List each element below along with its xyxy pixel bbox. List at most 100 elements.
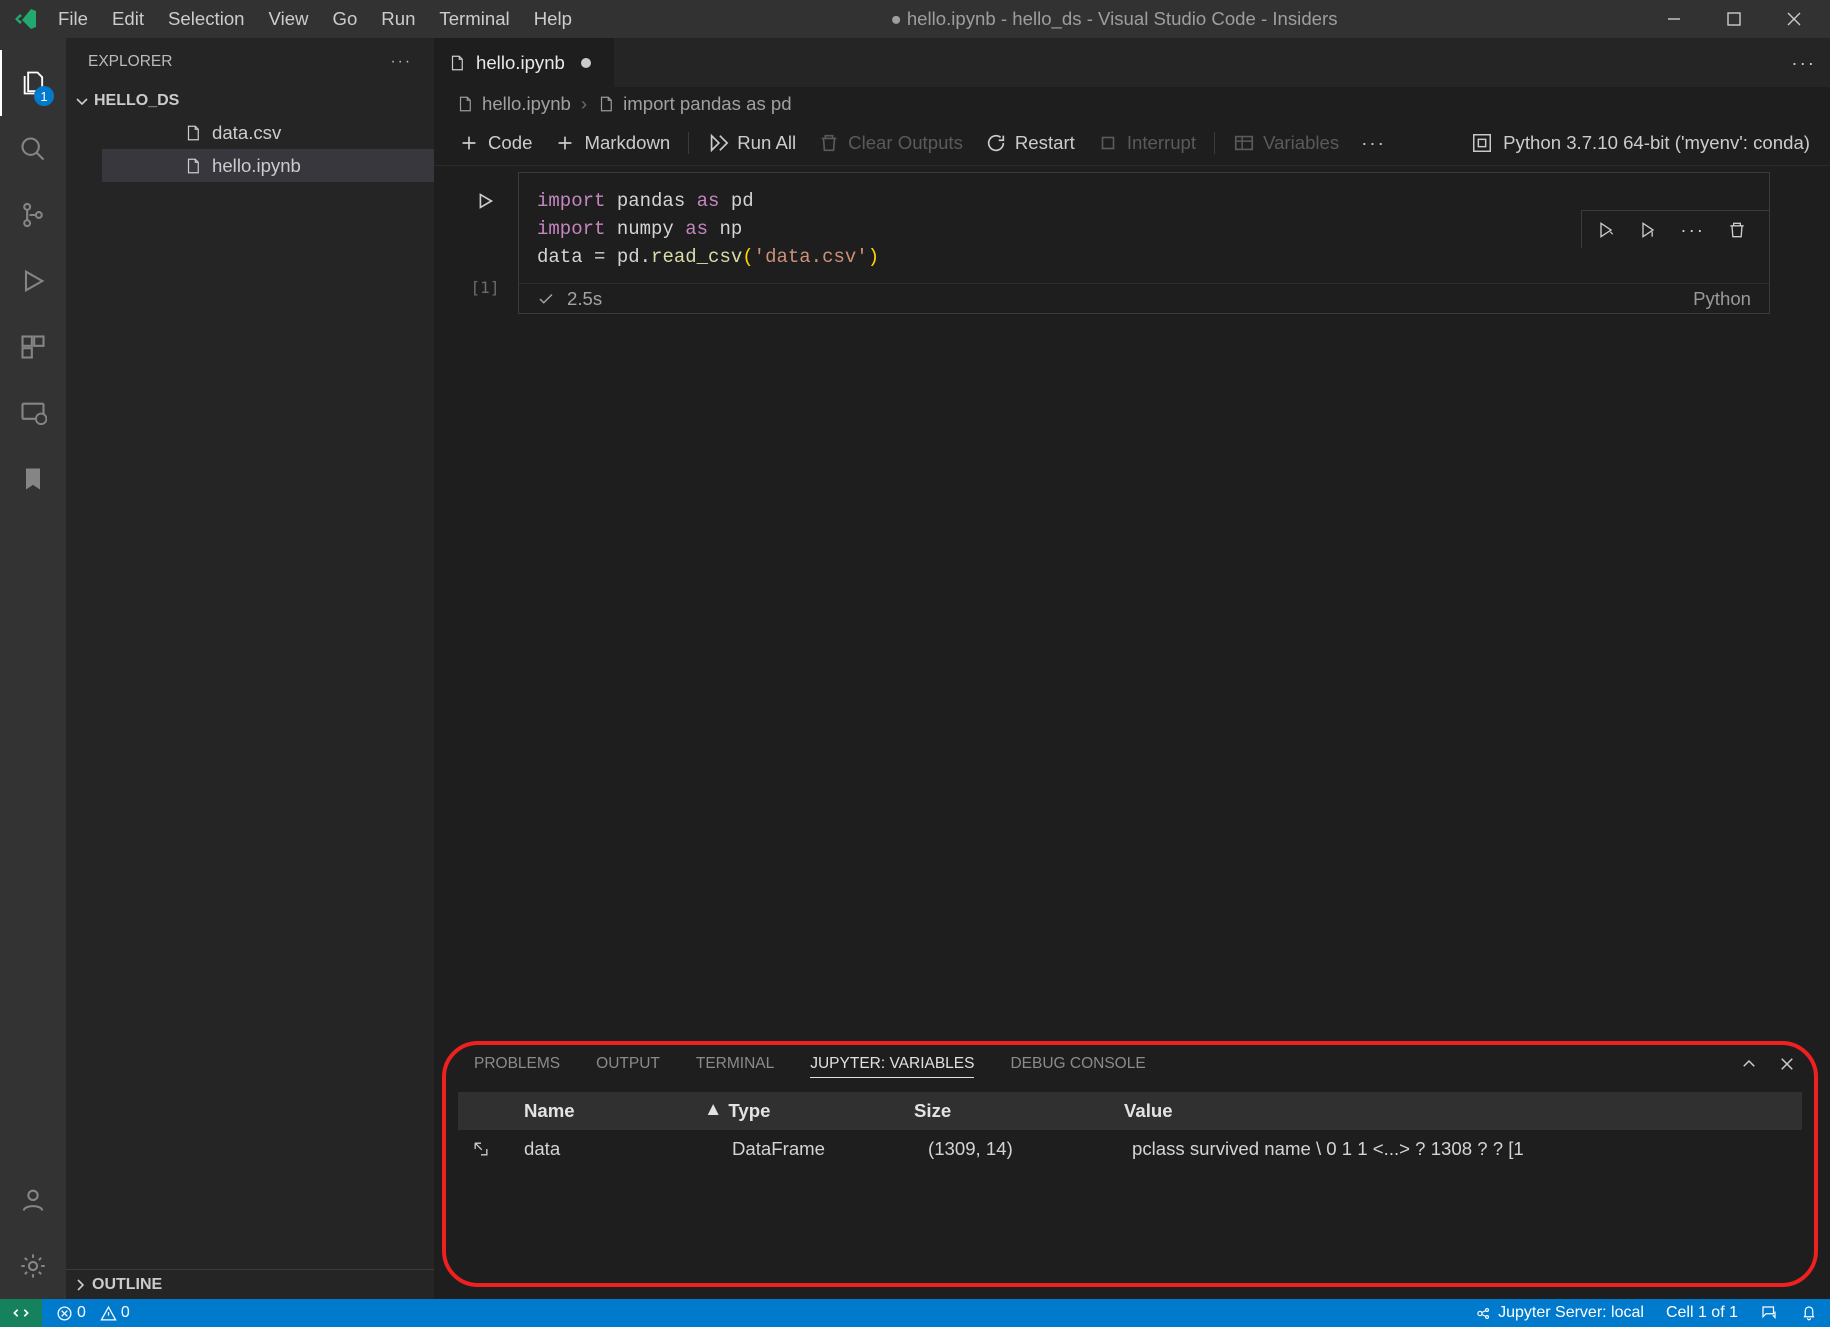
cell-status-bar: 2.5s Python [519, 283, 1769, 313]
tok: import [537, 218, 605, 240]
status-errors[interactable]: 0 [56, 1304, 86, 1322]
file-row-hello-ipynb[interactable]: hello.ipynb [102, 149, 434, 182]
folder-name: HELLO_DS [94, 92, 179, 110]
activity-search[interactable] [0, 116, 66, 182]
activity-bookmarks[interactable] [0, 446, 66, 512]
activity-source-control[interactable] [0, 182, 66, 248]
activity-settings[interactable] [0, 1233, 66, 1299]
panel-tab-terminal[interactable]: TERMINAL [696, 1055, 774, 1078]
minimize-button[interactable] [1644, 0, 1704, 38]
activity-bar: 1 [0, 38, 66, 1299]
toolbar-separator [1214, 132, 1215, 154]
folder-header[interactable]: HELLO_DS [66, 86, 434, 116]
col-value[interactable]: Value [1124, 1100, 1802, 1122]
close-button[interactable] [1764, 0, 1824, 38]
toolbar-separator [688, 132, 689, 154]
menu-help[interactable]: Help [522, 2, 584, 36]
menu-file[interactable]: File [46, 2, 100, 36]
panel-tab-problems[interactable]: PROBLEMS [474, 1055, 560, 1078]
clear-outputs-label: Clear Outputs [848, 132, 963, 154]
tok: pd [731, 190, 754, 212]
cell-more-button[interactable]: ··· [1680, 219, 1705, 241]
run-by-line-button[interactable] [1638, 220, 1658, 240]
remote-indicator[interactable] [0, 1299, 42, 1327]
add-code-button[interactable]: Code [454, 130, 536, 156]
panel-close-icon[interactable] [1778, 1055, 1796, 1073]
kernel-selector[interactable]: Python 3.7.10 64-bit ('myenv': conda) [1471, 132, 1810, 154]
notebook-toolbar: Code Markdown Run All Clear Outputs Rest… [434, 120, 1830, 166]
activity-run-debug[interactable] [0, 248, 66, 314]
status-cell-position[interactable]: Cell 1 of 1 [1666, 1304, 1738, 1322]
tok: numpy [617, 218, 674, 240]
check-icon [537, 290, 555, 308]
var-type: DataFrame [704, 1138, 914, 1160]
interrupt-label: Interrupt [1127, 132, 1196, 154]
tok: = [583, 246, 617, 268]
breadcrumb-symbol[interactable]: import pandas as pd [623, 93, 791, 115]
activity-remote-explorer[interactable] [0, 380, 66, 446]
activity-accounts[interactable] [0, 1167, 66, 1233]
menu-view[interactable]: View [257, 2, 321, 36]
variables-button[interactable]: Variables [1229, 130, 1343, 156]
clear-outputs-button[interactable]: Clear Outputs [814, 130, 967, 156]
tok: read_csv [651, 246, 742, 268]
panel-actions [1740, 1055, 1796, 1073]
tok: data [537, 246, 583, 268]
status-feedback-icon[interactable] [1760, 1304, 1778, 1322]
tok: 'data.csv' [754, 246, 868, 268]
status-jupyter-server[interactable]: Jupyter Server: local [1475, 1304, 1644, 1322]
status-bell-icon[interactable] [1800, 1304, 1818, 1322]
cell-language[interactable]: Python [1693, 288, 1751, 310]
editor-more-actions[interactable]: ··· [1791, 38, 1830, 87]
outline-section[interactable]: OUTLINE [66, 1269, 434, 1299]
restart-label: Restart [1015, 132, 1075, 154]
sidebar-title: EXPLORER [88, 53, 172, 71]
menu-edit[interactable]: Edit [100, 2, 156, 36]
panel-tab-jupyter-variables[interactable]: JUPYTER: VARIABLES [810, 1055, 974, 1078]
titlebar: File Edit Selection View Go Run Terminal… [0, 0, 1830, 38]
run-all-button[interactable]: Run All [703, 130, 800, 156]
toolbar-more-button[interactable]: ··· [1357, 130, 1390, 156]
tok: import [537, 190, 605, 212]
errors-count: 0 [77, 1304, 86, 1322]
variable-row[interactable]: data DataFrame (1309, 14) pclass survive… [458, 1130, 1802, 1168]
add-markdown-label: Markdown [584, 132, 670, 154]
file-row-data-csv[interactable]: data.csv [102, 116, 434, 149]
cell-action-bar: ··· [1581, 210, 1770, 248]
chevron-right-icon: › [581, 93, 587, 115]
activity-explorer[interactable]: 1 [0, 50, 66, 116]
menu-go[interactable]: Go [320, 2, 369, 36]
maximize-button[interactable] [1704, 0, 1764, 38]
open-in-viewer-icon[interactable] [458, 1139, 504, 1159]
delete-cell-button[interactable] [1727, 220, 1747, 240]
vscode-insiders-icon [14, 7, 38, 31]
activity-extensions[interactable] [0, 314, 66, 380]
breadcrumbs[interactable]: hello.ipynb › import pandas as pd [434, 87, 1830, 120]
panel-tab-debug-console[interactable]: DEBUG CONSOLE [1010, 1055, 1145, 1078]
status-bar: 0 0 Jupyter Server: local Cell 1 of 1 [0, 1299, 1830, 1327]
tok: np [719, 218, 742, 240]
menu-selection[interactable]: Selection [156, 2, 257, 36]
window-title: ● hello.ipynb - hello_ds - Visual Studio… [584, 8, 1644, 30]
cell-duration: 2.5s [567, 288, 602, 310]
col-type[interactable]: ▲Type [704, 1100, 914, 1122]
file-icon [597, 95, 615, 113]
panel-maximize-icon[interactable] [1740, 1055, 1758, 1073]
jupyter-server-label: Jupyter Server: local [1498, 1304, 1644, 1322]
panel-tab-output[interactable]: OUTPUT [596, 1055, 660, 1078]
sort-asc-icon: ▲ [704, 1098, 722, 1120]
breadcrumb-file[interactable]: hello.ipynb [482, 93, 571, 115]
run-cell-icon[interactable] [474, 190, 496, 212]
add-markdown-button[interactable]: Markdown [550, 130, 674, 156]
menu-run[interactable]: Run [369, 2, 427, 36]
restart-button[interactable]: Restart [981, 130, 1079, 156]
col-size[interactable]: Size [914, 1100, 1124, 1122]
run-cell-button[interactable] [1596, 220, 1616, 240]
menu-terminal[interactable]: Terminal [427, 2, 521, 36]
status-warnings[interactable]: 0 [100, 1304, 130, 1322]
interrupt-button[interactable]: Interrupt [1093, 130, 1200, 156]
warnings-count: 0 [121, 1304, 130, 1322]
tab-hello-ipynb[interactable]: hello.ipynb [434, 38, 614, 87]
col-name[interactable]: Name [504, 1100, 704, 1122]
sidebar-more-icon[interactable]: ··· [391, 53, 413, 71]
